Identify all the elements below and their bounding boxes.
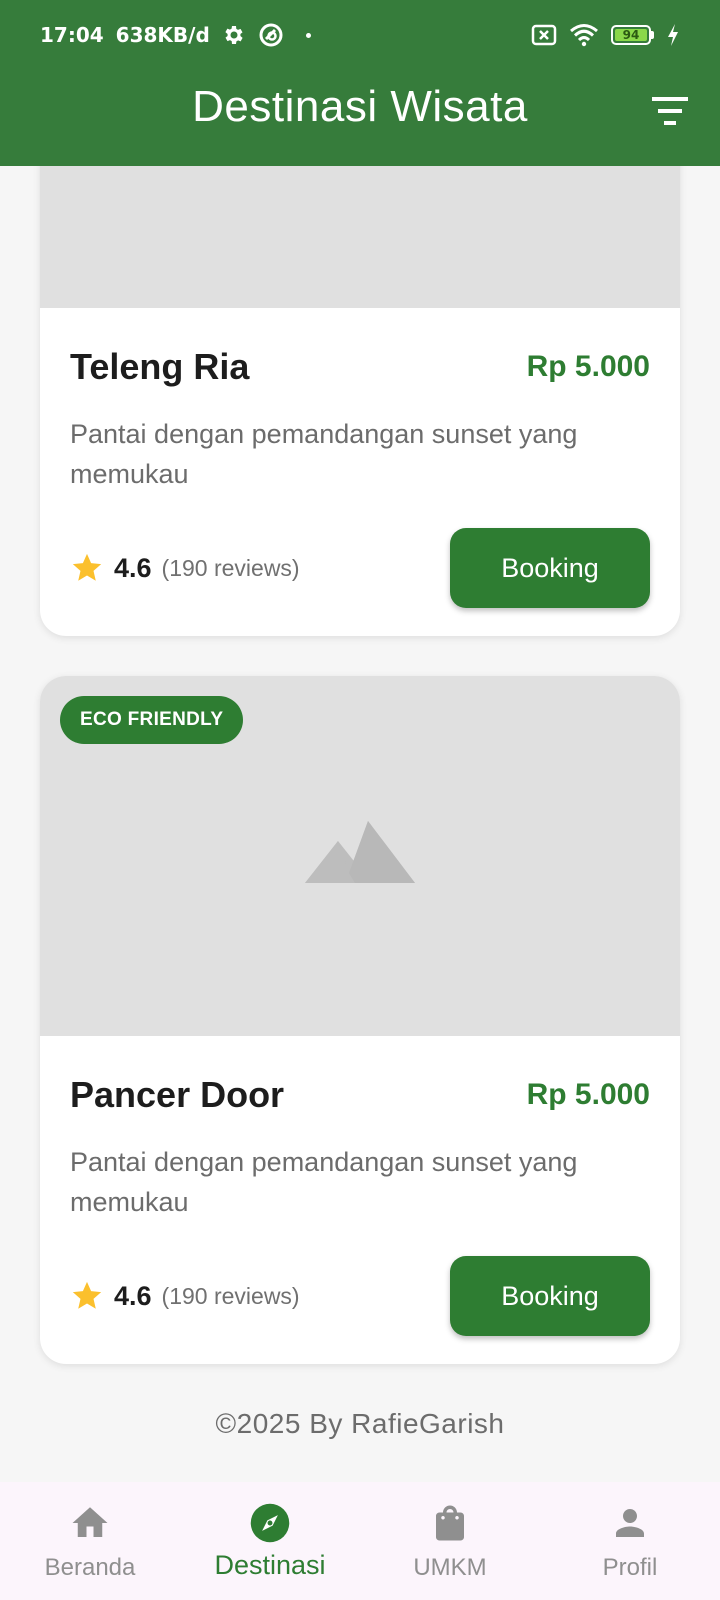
status-net-speed: 638KB/d	[115, 23, 210, 47]
nav-item-beranda[interactable]: Beranda	[0, 1482, 180, 1600]
destination-image	[40, 166, 680, 308]
wifi-icon	[570, 24, 598, 47]
home-icon	[72, 1507, 108, 1537]
destination-price: Rp 5.000	[526, 350, 650, 383]
destination-card[interactable]: Teleng Ria Rp 5.000 Pantai dengan pemand…	[40, 166, 680, 636]
nav-label: Destinasi	[214, 1550, 326, 1580]
status-time: 17:04	[40, 23, 104, 47]
nav-item-profil[interactable]: Profil	[540, 1482, 720, 1600]
destination-price: Rp 5.000	[526, 1078, 650, 1111]
booking-button[interactable]: Booking	[450, 1256, 650, 1336]
star-icon	[72, 553, 102, 581]
rating: 4.6 (190 reviews)	[70, 551, 300, 585]
eco-friendly-badge: ECO FRIENDLY	[60, 696, 244, 744]
rating-value: 4.6	[114, 552, 152, 583]
nav-label: UMKM	[413, 1554, 487, 1581]
copyright-text: ©2025 By RafieGarish	[215, 1408, 505, 1439]
nav-item-umkm[interactable]: UMKM	[360, 1482, 540, 1600]
person-icon	[616, 1509, 644, 1537]
rating-reviews: (190 reviews)	[161, 554, 300, 581]
rating: 4.6 (190 reviews)	[70, 1279, 300, 1313]
destination-description: Pantai dengan pemandangan sunset yang me…	[70, 419, 578, 489]
destination-card[interactable]: ECO FRIENDLY Pancer Door Rp 5.000 Pantai…	[40, 676, 680, 1364]
filter-icon[interactable]	[650, 94, 690, 128]
destination-title: Pancer Door	[70, 1074, 285, 1115]
nav-label: Beranda	[44, 1554, 136, 1581]
shopping-bag-icon	[436, 1505, 464, 1541]
nav-item-destinasi[interactable]: Destinasi	[180, 1482, 360, 1600]
destination-title: Teleng Ria	[70, 346, 250, 387]
do-not-disturb-icon	[259, 23, 283, 47]
rating-reviews: (190 reviews)	[161, 1282, 300, 1309]
page-title: Destinasi Wisata	[192, 82, 528, 131]
destination-list[interactable]: Teleng Ria Rp 5.000 Pantai dengan pemand…	[0, 166, 720, 1482]
image-placeholder-icon	[305, 821, 415, 883]
battery-level: 94	[615, 29, 647, 41]
nav-label: Profil	[602, 1554, 658, 1581]
destination-image: ECO FRIENDLY	[40, 676, 680, 1036]
star-icon	[72, 1281, 102, 1309]
settings-gear-icon	[225, 26, 243, 44]
bottom-navigation: Beranda Destinasi UMKM Profil	[0, 1482, 720, 1600]
compass-icon	[250, 1503, 290, 1543]
status-bar: 17:04 638KB/d 94	[0, 0, 720, 70]
charging-bolt-icon	[668, 24, 678, 46]
rating-value: 4.6	[114, 1280, 152, 1311]
battery-icon: 94	[611, 25, 654, 45]
notification-dot	[305, 32, 311, 38]
booking-button[interactable]: Booking	[450, 528, 650, 608]
no-sim-icon	[531, 24, 557, 46]
destination-description: Pantai dengan pemandangan sunset yang me…	[70, 1147, 578, 1217]
top-bar: 17:04 638KB/d 94 Destinasi Wisata	[0, 0, 720, 166]
